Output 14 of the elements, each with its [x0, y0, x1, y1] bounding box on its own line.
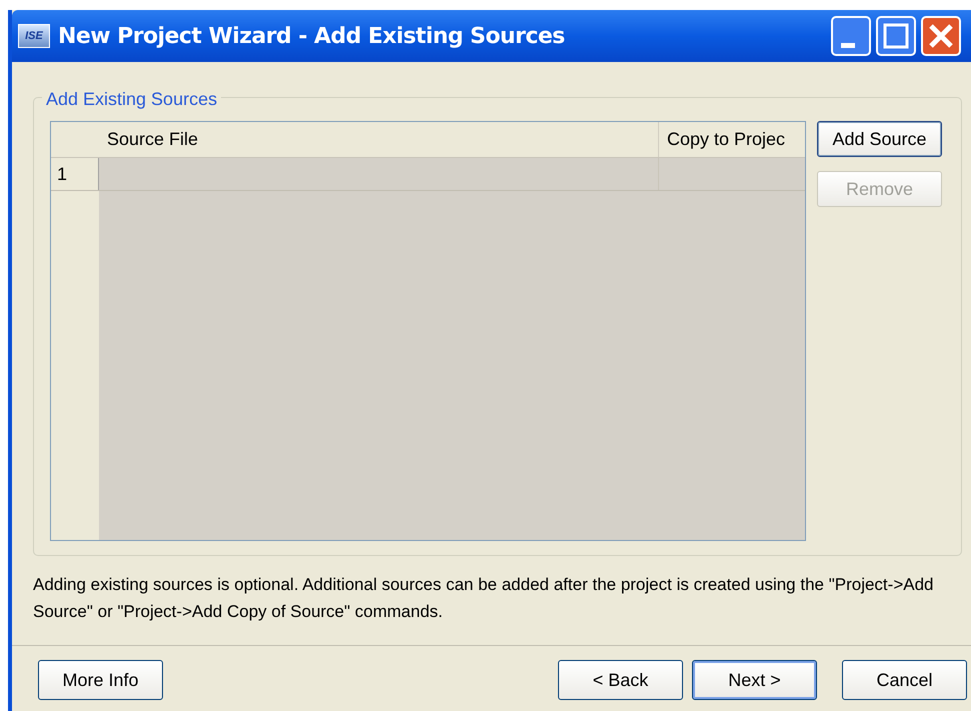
maximize-icon[interactable] — [876, 16, 916, 56]
row-number: 1 — [57, 162, 68, 186]
column-header[interactable]: Copy to Projec — [667, 126, 786, 153]
footer-button[interactable]: More Info — [38, 660, 163, 700]
side-button[interactable]: Add Source — [817, 121, 942, 157]
column-header[interactable]: Source File — [107, 126, 198, 153]
footer-button[interactable]: Next > — [692, 660, 817, 700]
window-title: New Project Wizard - Add Existing Sources — [58, 22, 565, 50]
close-icon[interactable] — [921, 16, 961, 56]
footer-button[interactable]: < Back — [558, 660, 683, 700]
footer-button[interactable]: Cancel — [842, 660, 967, 700]
app-icon: ISE — [18, 24, 50, 48]
minimize-icon[interactable] — [831, 16, 871, 56]
info-text: Adding existing sources is optional. Additional sources can be added after the project is created using the "Project->Add Source" or "Project->Add Copy of Source" commands. — [33, 574, 934, 623]
